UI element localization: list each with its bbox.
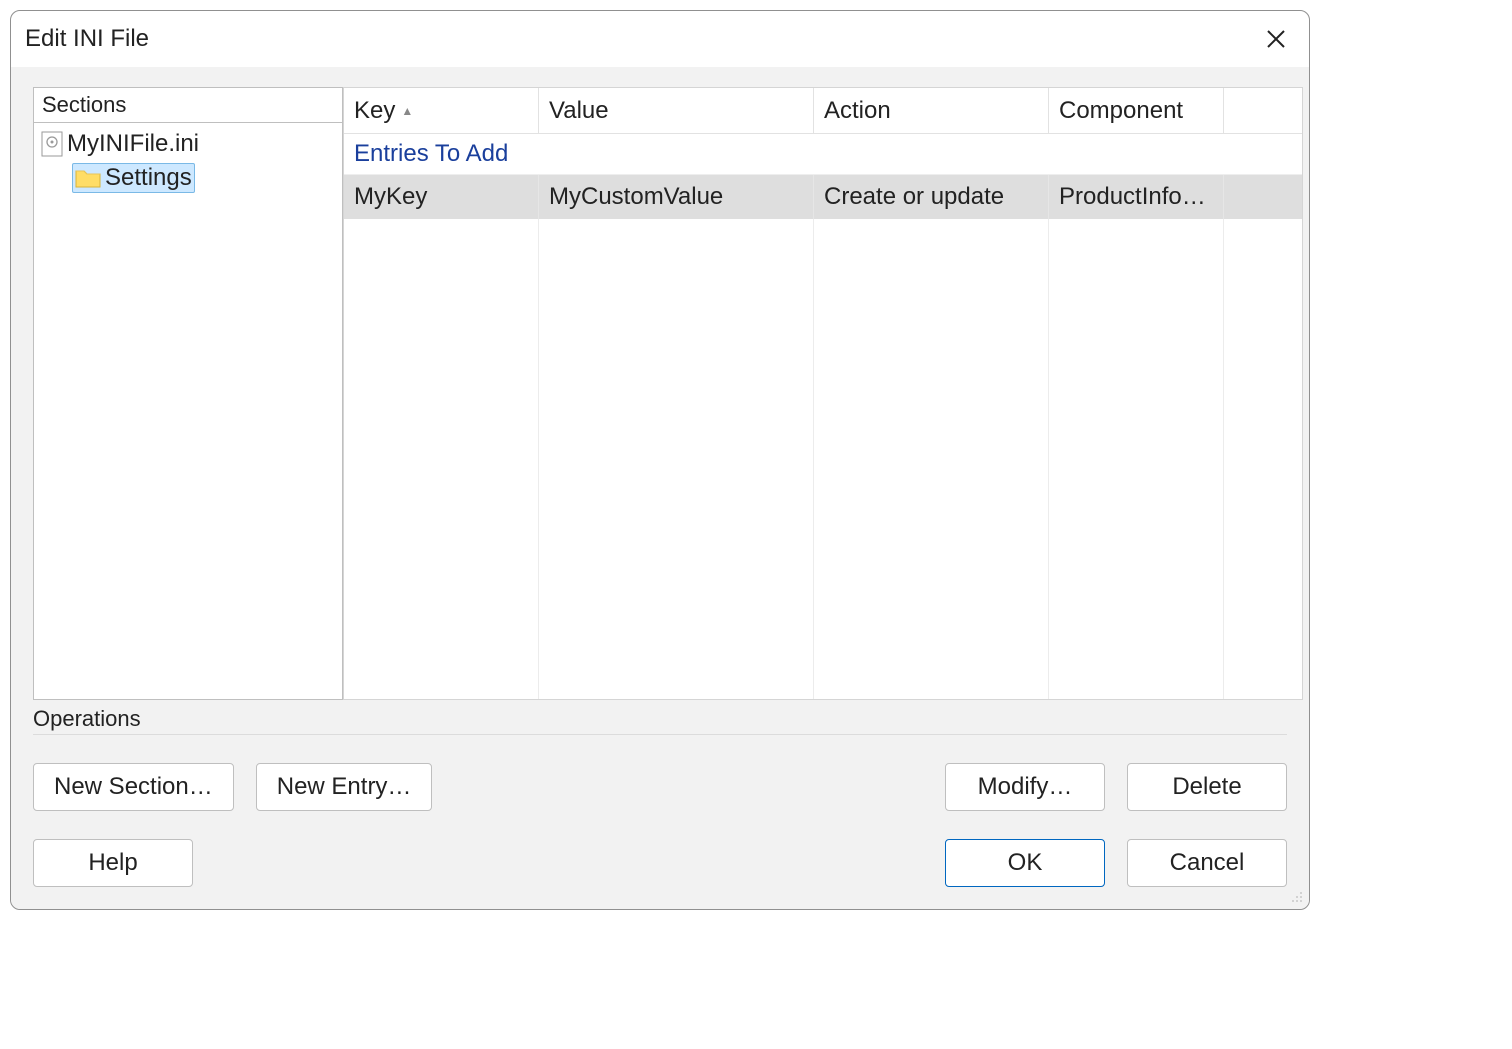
col-component-label: Component bbox=[1059, 97, 1183, 125]
resize-grip-icon[interactable] bbox=[1289, 889, 1305, 905]
new-section-button[interactable]: New Section… bbox=[33, 763, 234, 811]
grid-empty-area bbox=[344, 219, 1302, 699]
new-entry-button[interactable]: New Entry… bbox=[256, 763, 433, 811]
dialog-window: Edit INI File Sections bbox=[10, 10, 1310, 910]
delete-button[interactable]: Delete bbox=[1127, 763, 1287, 811]
tree-item-settings[interactable]: Settings bbox=[34, 161, 342, 195]
operations-label: Operations bbox=[33, 706, 1287, 734]
column-header-action[interactable]: Action bbox=[814, 88, 1049, 133]
cell-key[interactable]: MyKey bbox=[344, 175, 539, 219]
column-header-value[interactable]: Value bbox=[539, 88, 814, 133]
dialog-title: Edit INI File bbox=[25, 25, 149, 53]
help-button[interactable]: Help bbox=[33, 839, 193, 887]
sections-pane[interactable]: Sections MyINIFile.ini bbox=[33, 87, 343, 700]
cancel-button[interactable]: Cancel bbox=[1127, 839, 1287, 887]
sort-asc-icon: ▲ bbox=[401, 104, 413, 118]
tree-file-label: MyINIFile.ini bbox=[67, 130, 199, 158]
sections-header: Sections bbox=[34, 88, 342, 123]
folder-icon bbox=[75, 167, 101, 189]
modify-button[interactable]: Modify… bbox=[945, 763, 1105, 811]
cell-action[interactable]: Create or update bbox=[814, 175, 1049, 219]
column-header-spacer bbox=[1224, 88, 1302, 133]
dialog-buttons-row: Help OK Cancel bbox=[11, 825, 1309, 909]
close-icon bbox=[1265, 28, 1287, 50]
close-button[interactable] bbox=[1255, 18, 1297, 60]
col-action-label: Action bbox=[824, 97, 891, 125]
grid-row-selected[interactable]: MyKey MyCustomValue Create or update Pro… bbox=[344, 175, 1302, 219]
entries-grid[interactable]: Key ▲ Value Action Component bbox=[343, 87, 1303, 700]
sections-tree[interactable]: MyINIFile.ini Settings bbox=[34, 123, 342, 195]
column-header-key[interactable]: Key ▲ bbox=[344, 88, 539, 133]
tree-settings-label: Settings bbox=[105, 164, 192, 192]
ini-file-icon bbox=[41, 131, 63, 157]
column-header-component[interactable]: Component bbox=[1049, 88, 1224, 133]
operations-groupbox: Operations New Section… New Entry… Modif… bbox=[11, 700, 1309, 825]
tree-item-file[interactable]: MyINIFile.ini bbox=[34, 127, 342, 161]
cell-value[interactable]: MyCustomValue bbox=[539, 175, 814, 219]
cell-component[interactable]: ProductInfo… bbox=[1049, 175, 1224, 219]
grid-group-row[interactable]: Entries To Add bbox=[344, 134, 1302, 175]
col-value-label: Value bbox=[549, 97, 609, 125]
title-bar: Edit INI File bbox=[11, 11, 1309, 67]
grid-header-row: Key ▲ Value Action Component bbox=[344, 88, 1302, 134]
col-key-label: Key bbox=[354, 97, 395, 125]
ok-button[interactable]: OK bbox=[945, 839, 1105, 887]
cell-spacer bbox=[1224, 175, 1302, 219]
